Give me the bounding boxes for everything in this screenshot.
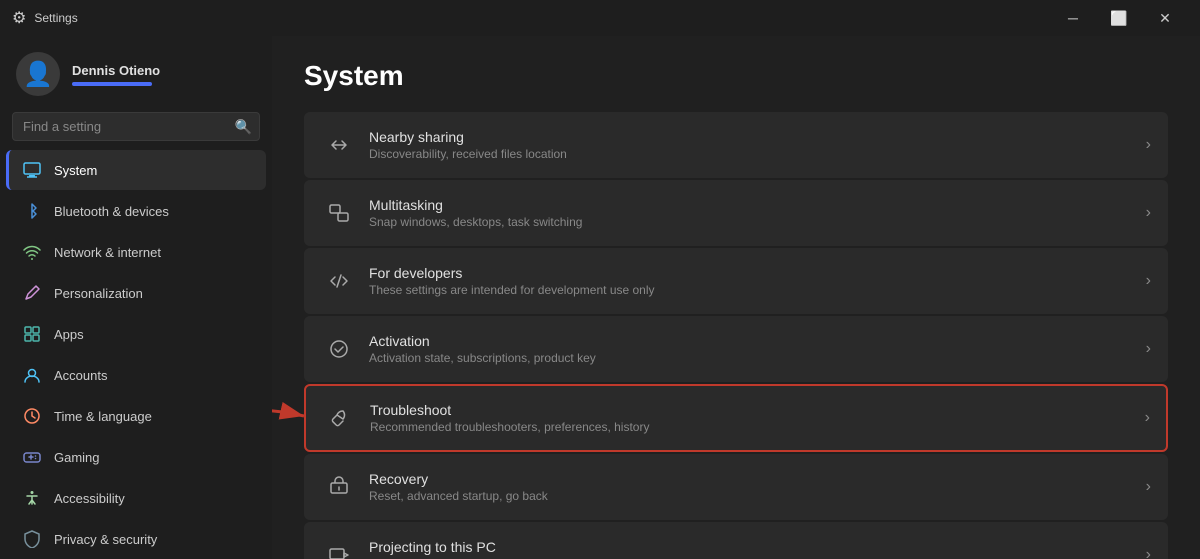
sidebar-item-apps[interactable]: Apps (6, 314, 266, 354)
activation-chevron: › (1146, 340, 1151, 358)
troubleshoot-wrapper: Troubleshoot Recommended troubleshooters… (304, 384, 1168, 452)
page-title: System (304, 60, 1168, 92)
troubleshoot-subtitle: Recommended troubleshooters, preferences… (370, 420, 1145, 434)
multitasking-subtitle: Snap windows, desktops, task switching (369, 215, 1146, 229)
sidebar-item-network[interactable]: Network & internet (6, 232, 266, 272)
apps-icon (22, 324, 42, 344)
sidebar-item-accessibility[interactable]: Accessibility (6, 478, 266, 518)
sidebar-item-bluetooth[interactable]: Bluetooth & devices (6, 191, 266, 231)
recovery-chevron: › (1146, 478, 1151, 496)
sidebar-item-label-gaming: Gaming (54, 450, 100, 465)
settings-list: Nearby sharing Discoverability, received… (304, 112, 1168, 559)
sidebar-item-label-accessibility: Accessibility (54, 491, 125, 506)
nearby-sharing-text: Nearby sharing Discoverability, received… (369, 129, 1146, 161)
setting-activation[interactable]: Activation Activation state, subscriptio… (304, 316, 1168, 382)
sidebar-item-system[interactable]: System (6, 150, 266, 190)
search-input[interactable] (12, 112, 260, 141)
content-area: System Nearby sharing Discoverability, r… (272, 36, 1200, 559)
avatar: 👤 (16, 52, 60, 96)
sidebar-item-label-bluetooth: Bluetooth & devices (54, 204, 169, 219)
for-developers-chevron: › (1146, 272, 1151, 290)
sidebar-item-privacy[interactable]: Privacy & security (6, 519, 266, 559)
nearby-sharing-icon (321, 127, 357, 163)
sidebar-item-time[interactable]: Time & language (6, 396, 266, 436)
titlebar-title: Settings (34, 11, 77, 25)
for-developers-title: For developers (369, 265, 1146, 281)
titlebar: ⚙ Settings ─ ⬜ ✕ (0, 0, 1200, 36)
sidebar-item-personalization[interactable]: Personalization (6, 273, 266, 313)
troubleshoot-title: Troubleshoot (370, 402, 1145, 418)
setting-troubleshoot[interactable]: Troubleshoot Recommended troubleshooters… (304, 384, 1168, 452)
for-developers-text: For developers These settings are intend… (369, 265, 1146, 297)
sidebar-item-accounts[interactable]: Accounts (6, 355, 266, 395)
projecting-chevron: › (1146, 546, 1151, 559)
titlebar-controls: ─ ⬜ ✕ (1050, 0, 1188, 36)
nearby-sharing-subtitle: Discoverability, received files location (369, 147, 1146, 161)
sidebar-nav: System Bluetooth & devices Network & int… (0, 149, 272, 559)
multitasking-icon (321, 195, 357, 231)
sidebar-item-label-privacy: Privacy & security (54, 532, 157, 547)
gaming-icon (22, 447, 42, 467)
projecting-icon (321, 537, 357, 559)
maximize-button[interactable]: ⬜ (1096, 0, 1142, 36)
nearby-sharing-chevron: › (1146, 136, 1151, 154)
accounts-icon (22, 365, 42, 385)
multitasking-title: Multitasking (369, 197, 1146, 213)
user-name: Dennis Otieno (72, 63, 160, 78)
bluetooth-icon (22, 201, 42, 221)
for-developers-icon (321, 263, 357, 299)
sidebar-item-label-network: Network & internet (54, 245, 161, 260)
multitasking-chevron: › (1146, 204, 1151, 222)
recovery-text: Recovery Reset, advanced startup, go bac… (369, 471, 1146, 503)
accessibility-icon (22, 488, 42, 508)
search-icon: 🔍 (235, 118, 252, 135)
activation-title: Activation (369, 333, 1146, 349)
recovery-icon (321, 469, 357, 505)
sidebar-item-label-personalization: Personalization (54, 286, 143, 301)
recovery-subtitle: Reset, advanced startup, go back (369, 489, 1146, 503)
activation-text: Activation Activation state, subscriptio… (369, 333, 1146, 365)
sidebar-item-label-system: System (54, 163, 97, 178)
privacy-icon (22, 529, 42, 549)
sidebar-item-label-accounts: Accounts (54, 368, 107, 383)
search-box: 🔍 (12, 112, 260, 141)
sidebar: 👤 Dennis Otieno 🔍 System (0, 36, 272, 559)
close-button[interactable]: ✕ (1142, 0, 1188, 36)
network-icon (22, 242, 42, 262)
user-info: Dennis Otieno (72, 63, 160, 86)
settings-icon: ⚙ (12, 8, 26, 28)
app-body: 👤 Dennis Otieno 🔍 System (0, 36, 1200, 559)
minimize-button[interactable]: ─ (1050, 0, 1096, 36)
recovery-title: Recovery (369, 471, 1146, 487)
troubleshoot-chevron: › (1145, 409, 1150, 427)
multitasking-text: Multitasking Snap windows, desktops, tas… (369, 197, 1146, 229)
projecting-title: Projecting to this PC (369, 539, 1146, 555)
for-developers-subtitle: These settings are intended for developm… (369, 283, 1146, 297)
setting-recovery[interactable]: Recovery Reset, advanced startup, go bac… (304, 454, 1168, 520)
user-status-bar (72, 82, 152, 86)
personalization-icon (22, 283, 42, 303)
setting-nearby-sharing[interactable]: Nearby sharing Discoverability, received… (304, 112, 1168, 178)
nearby-sharing-title: Nearby sharing (369, 129, 1146, 145)
user-section: 👤 Dennis Otieno (0, 36, 272, 108)
time-icon (22, 406, 42, 426)
setting-for-developers[interactable]: For developers These settings are intend… (304, 248, 1168, 314)
setting-multitasking[interactable]: Multitasking Snap windows, desktops, tas… (304, 180, 1168, 246)
sidebar-item-label-time: Time & language (54, 409, 152, 424)
activation-subtitle: Activation state, subscriptions, product… (369, 351, 1146, 365)
avatar-icon: 👤 (23, 60, 53, 89)
projecting-text: Projecting to this PC Permissions, pairi… (369, 539, 1146, 559)
sidebar-item-label-apps: Apps (54, 327, 84, 342)
setting-projecting[interactable]: Projecting to this PC Permissions, pairi… (304, 522, 1168, 559)
sidebar-item-gaming[interactable]: Gaming (6, 437, 266, 477)
titlebar-left: ⚙ Settings (12, 8, 78, 28)
activation-icon (321, 331, 357, 367)
troubleshoot-icon (322, 400, 358, 436)
troubleshoot-text: Troubleshoot Recommended troubleshooters… (370, 402, 1145, 434)
system-icon (22, 160, 42, 180)
